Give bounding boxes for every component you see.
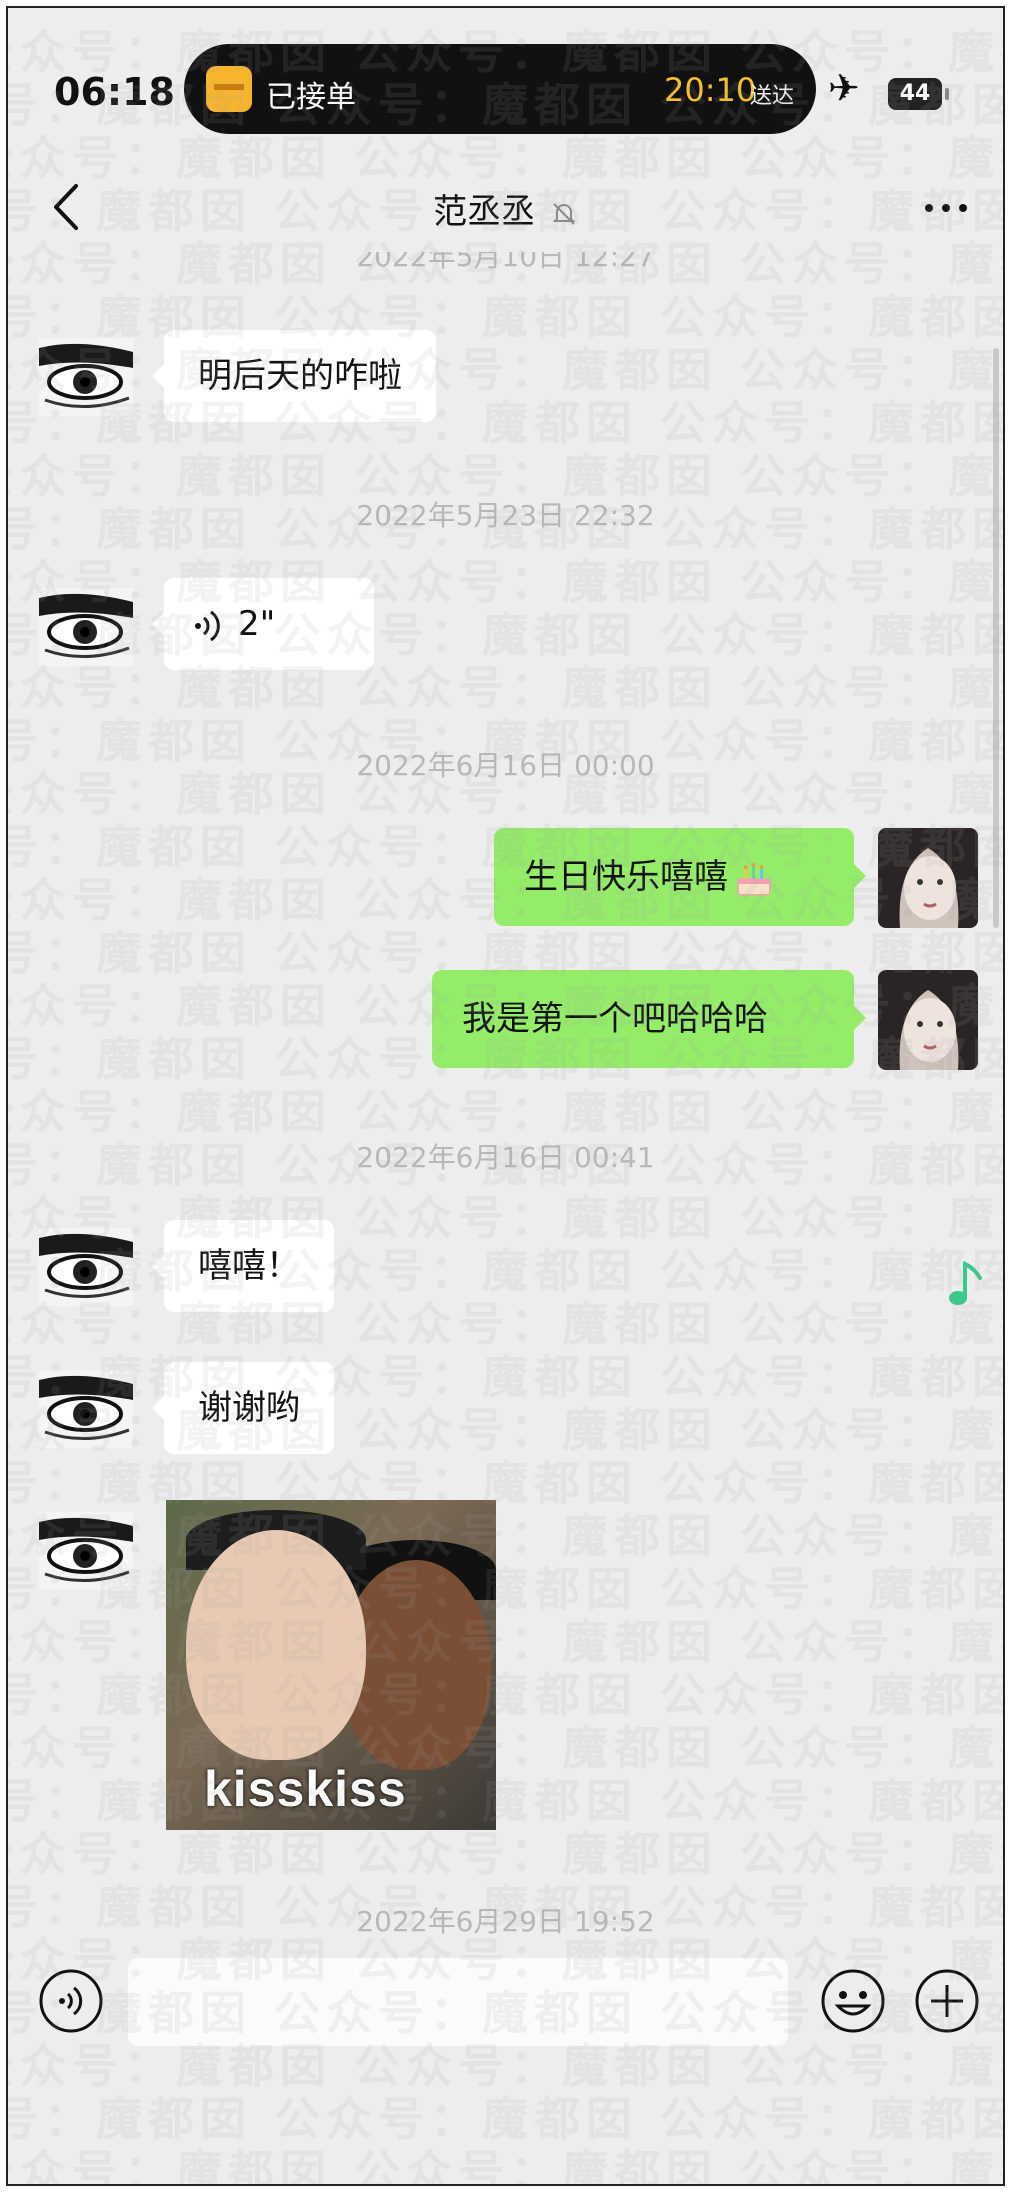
- contact-avatar[interactable]: [39, 1512, 133, 1590]
- music-note-icon[interactable]: [944, 1258, 984, 1308]
- incoming-message[interactable]: 谢谢哟: [152, 1362, 334, 1454]
- chat-navbar: 范丞丞: [8, 158, 1003, 258]
- scrollbar[interactable]: [993, 348, 999, 928]
- message-text: 明后天的咋啦: [198, 356, 402, 396]
- timestamp: 2022年5月10日 12:27: [356, 252, 655, 272]
- message-text: 我是第一个吧哈哈哈: [462, 999, 768, 1039]
- status-time: 06:18: [54, 70, 175, 114]
- sticker-caption: kisskiss: [204, 1761, 407, 1817]
- contact-name: 范丞丞: [433, 192, 536, 232]
- plus-icon[interactable]: [914, 1968, 980, 2034]
- battery-icon: 44: [888, 78, 949, 110]
- voice-message[interactable]: 2": [152, 578, 374, 670]
- message-text: 生日快乐嘻嘻: [524, 857, 728, 897]
- contact-avatar[interactable]: [39, 588, 133, 666]
- cake-icon: [737, 862, 771, 896]
- airplane-icon: ✈: [828, 66, 860, 110]
- watermark-text: 公众号：魔都囡 公众号：魔都囡 公众号：魔都囡 公众号：魔都囡: [8, 2145, 1003, 2186]
- timestamp: 2022年6月16日 00:00: [356, 749, 655, 782]
- contact-avatar[interactable]: [39, 338, 133, 416]
- delivery-eta-time: 20:10: [664, 71, 757, 109]
- mute-bell-icon: [552, 202, 576, 225]
- outgoing-message[interactable]: 生日快乐嘻嘻: [494, 828, 866, 926]
- message-text: 谢谢哟: [198, 1388, 300, 1428]
- contact-avatar[interactable]: [39, 1370, 133, 1448]
- package-icon: [206, 66, 252, 112]
- voice-wave-icon: [195, 610, 220, 641]
- sticker-figure: [186, 1530, 366, 1760]
- my-avatar[interactable]: [878, 970, 978, 1070]
- watermark-text: 公众号：魔都囡 公众号：魔都囡 公众号：魔都囡 公众号：魔都囡: [8, 2092, 1005, 2146]
- timestamp: 2022年6月16日 00:41: [356, 1141, 655, 1174]
- dynamic-island-delivery[interactable]: 已接单 20:10 送达: [184, 44, 816, 134]
- message-text: 嘻嘻！: [198, 1246, 300, 1286]
- voice-input-icon[interactable]: [38, 1968, 104, 2034]
- more-icon[interactable]: [923, 202, 969, 214]
- input-bar: [8, 1958, 1003, 2078]
- timestamp: 2022年6月29日 19:52: [356, 1905, 655, 1938]
- incoming-message[interactable]: 明后天的咋啦: [152, 330, 436, 422]
- phone-screen: 06:18 已接单 20:10 送达 ✈ 44 范丞丞 2022年5月10日 1…: [6, 6, 1005, 2186]
- delivery-status: 已接单: [266, 80, 356, 115]
- outgoing-message[interactable]: 我是第一个吧哈哈哈: [432, 970, 866, 1068]
- contact-avatar[interactable]: [39, 1228, 133, 1306]
- my-avatar[interactable]: [878, 828, 978, 928]
- delivery-eta-label: 送达: [750, 84, 795, 109]
- message-list[interactable]: 2022年5月10日 12:27 明后天的咋啦 2022年5月23日 22:32…: [8, 252, 1003, 1958]
- status-bar: 06:18 已接单 20:10 送达 ✈ 44: [8, 8, 1003, 134]
- chat-title[interactable]: 范丞丞: [8, 184, 1003, 233]
- sticker-image[interactable]: kisskiss: [166, 1500, 496, 1830]
- timestamp: 2022年5月23日 22:32: [356, 499, 655, 532]
- incoming-message[interactable]: 嘻嘻！: [152, 1220, 334, 1312]
- emoji-icon[interactable]: [820, 1968, 886, 2034]
- message-input[interactable]: [128, 1958, 788, 2046]
- voice-duration: 2": [238, 604, 276, 644]
